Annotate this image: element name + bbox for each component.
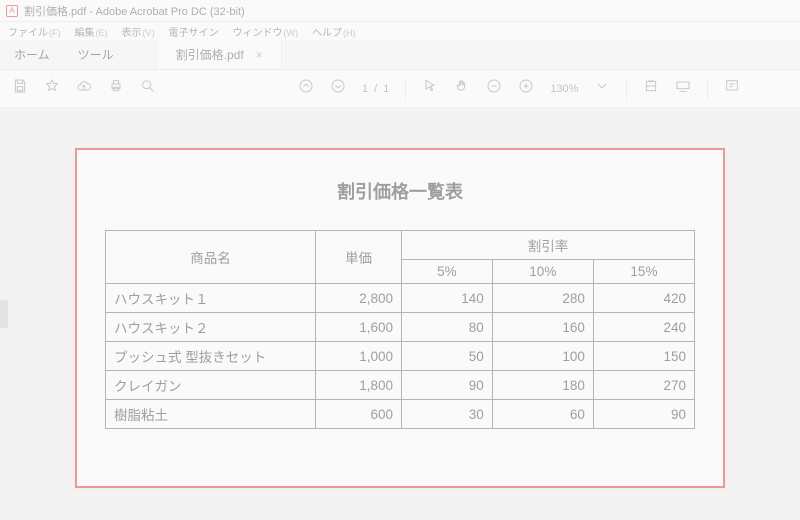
cell-d15: 270 bbox=[593, 371, 694, 400]
th-10pct: 10% bbox=[492, 260, 593, 284]
annotate-icon[interactable] bbox=[724, 78, 740, 99]
zoom-dropdown-icon[interactable] bbox=[594, 78, 610, 99]
zoom-out-icon[interactable] bbox=[486, 78, 502, 99]
table-row: 樹脂粘土600306090 bbox=[106, 400, 695, 429]
pdf-page: 割引価格一覧表 商品名 単価 割引率 5% 10% 15% ハウスキット１2,8… bbox=[75, 148, 725, 488]
cell-d10: 160 bbox=[492, 313, 593, 342]
window-titlebar: A 割引価格.pdf - Adobe Acrobat Pro DC (32-bi… bbox=[0, 0, 800, 22]
cell-name: プッシュ式 型抜きセット bbox=[106, 342, 316, 371]
zoom-in-icon[interactable] bbox=[518, 78, 534, 99]
tab-home[interactable]: ホーム bbox=[0, 40, 64, 69]
cell-d5: 80 bbox=[402, 313, 493, 342]
cell-d15: 420 bbox=[593, 284, 694, 313]
menu-sign[interactable]: 電子サイン bbox=[169, 24, 219, 39]
cell-price: 2,800 bbox=[316, 284, 402, 313]
cell-price: 1,000 bbox=[316, 342, 402, 371]
th-discount-group: 割引率 bbox=[402, 231, 695, 260]
cloud-upload-icon[interactable] bbox=[76, 78, 92, 99]
discount-table: 商品名 単価 割引率 5% 10% 15% ハウスキット１2,800140280… bbox=[105, 230, 695, 429]
cell-d10: 60 bbox=[492, 400, 593, 429]
window-title: 割引価格.pdf - Adobe Acrobat Pro DC (32-bit) bbox=[24, 3, 245, 19]
table-row: プッシュ式 型抜きセット1,00050100150 bbox=[106, 342, 695, 371]
cell-d5: 90 bbox=[402, 371, 493, 400]
cell-name: ハウスキット１ bbox=[106, 284, 316, 313]
menu-help[interactable]: ヘルプ(H) bbox=[312, 24, 356, 39]
app-menubar: ファイル(F) 編集(E) 表示(V) 電子サイン ウィンドウ(W) ヘルプ(H… bbox=[0, 22, 800, 40]
main-toolbar: 1 / 1 130% bbox=[0, 70, 800, 108]
th-5pct: 5% bbox=[402, 260, 493, 284]
tab-document-label: 割引価格.pdf bbox=[176, 46, 244, 63]
menu-view[interactable]: 表示(V) bbox=[122, 24, 155, 39]
hand-icon[interactable] bbox=[454, 78, 470, 99]
page-indicator: 1 / 1 bbox=[362, 83, 389, 95]
tab-document[interactable]: 割引価格.pdf × bbox=[158, 40, 282, 69]
cell-d15: 90 bbox=[593, 400, 694, 429]
cell-d10: 180 bbox=[492, 371, 593, 400]
th-price: 単価 bbox=[316, 231, 402, 284]
page-current[interactable]: 1 bbox=[362, 83, 368, 95]
menu-file[interactable]: ファイル(F) bbox=[8, 24, 61, 39]
tab-tools[interactable]: ツール bbox=[64, 40, 128, 69]
menu-window[interactable]: ウィンドウ(W) bbox=[233, 24, 299, 39]
cell-name: クレイガン bbox=[106, 371, 316, 400]
th-name: 商品名 bbox=[106, 231, 316, 284]
search-icon[interactable] bbox=[140, 78, 156, 99]
star-icon[interactable] bbox=[44, 78, 60, 99]
th-15pct: 15% bbox=[593, 260, 694, 284]
cell-d10: 280 bbox=[492, 284, 593, 313]
document-tabbar: ホーム ツール 割引価格.pdf × bbox=[0, 40, 800, 70]
cell-d5: 30 bbox=[402, 400, 493, 429]
cell-d5: 140 bbox=[402, 284, 493, 313]
table-row: ハウスキット１2,800140280420 bbox=[106, 284, 695, 313]
page-up-icon[interactable] bbox=[298, 78, 314, 99]
table-row: クレイガン1,80090180270 bbox=[106, 371, 695, 400]
fit-width-icon[interactable] bbox=[643, 78, 659, 99]
cell-name: 樹脂粘土 bbox=[106, 400, 316, 429]
cell-price: 600 bbox=[316, 400, 402, 429]
close-tab-icon[interactable]: × bbox=[256, 48, 263, 62]
reading-mode-icon[interactable] bbox=[675, 78, 691, 99]
document-viewport[interactable]: 割引価格一覧表 商品名 単価 割引率 5% 10% 15% ハウスキット１2,8… bbox=[0, 108, 800, 520]
zoom-level[interactable]: 130% bbox=[550, 83, 578, 95]
pdf-file-icon: A bbox=[6, 5, 18, 17]
cell-d15: 150 bbox=[593, 342, 694, 371]
cell-price: 1,600 bbox=[316, 313, 402, 342]
document-title: 割引価格一覧表 bbox=[105, 178, 695, 204]
page-total: 1 bbox=[383, 83, 389, 95]
cell-price: 1,800 bbox=[316, 371, 402, 400]
page-down-icon[interactable] bbox=[330, 78, 346, 99]
menu-edit[interactable]: 編集(E) bbox=[75, 24, 108, 39]
table-row: ハウスキット２1,60080160240 bbox=[106, 313, 695, 342]
pointer-icon[interactable] bbox=[422, 78, 438, 99]
scroll-handle-left[interactable] bbox=[0, 300, 8, 328]
print-icon[interactable] bbox=[108, 78, 124, 99]
cell-d10: 100 bbox=[492, 342, 593, 371]
cell-d5: 50 bbox=[402, 342, 493, 371]
cell-name: ハウスキット２ bbox=[106, 313, 316, 342]
cell-d15: 240 bbox=[593, 313, 694, 342]
save-icon[interactable] bbox=[12, 78, 28, 99]
